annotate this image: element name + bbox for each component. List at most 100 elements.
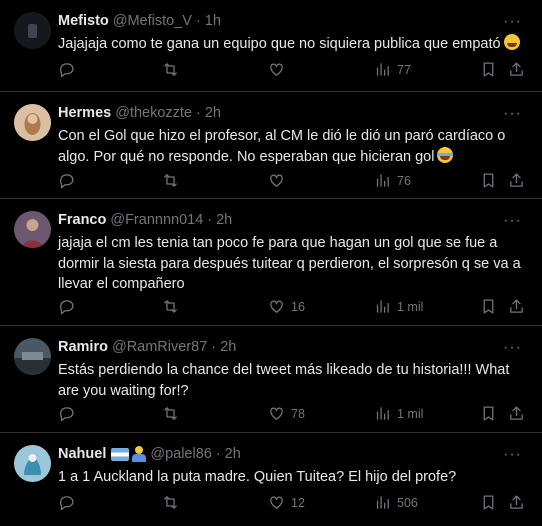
heart-icon bbox=[270, 407, 283, 420]
user-handle[interactable]: @Frannnn014 bbox=[110, 212, 203, 228]
user-handle[interactable]: @thekozzte bbox=[115, 105, 192, 121]
tweet-text: Con el Gol que hizo el profesor, al CM l… bbox=[58, 126, 526, 167]
timestamp[interactable]: 1h bbox=[205, 13, 221, 29]
like-button[interactable]: 16 bbox=[268, 298, 305, 315]
tweet[interactable]: Nahuel @palel86 · 2h ··· 1 a 1 Auckland … bbox=[0, 433, 542, 526]
display-name[interactable]: Ramiro bbox=[58, 339, 108, 355]
bookmark-icon bbox=[483, 406, 494, 421]
share-button[interactable] bbox=[508, 61, 525, 78]
argentina-flag-emoji bbox=[111, 447, 130, 461]
likes-count: 78 bbox=[291, 406, 305, 421]
timestamp[interactable]: 2h bbox=[220, 339, 236, 355]
share-button[interactable] bbox=[508, 298, 525, 315]
share-button[interactable] bbox=[508, 494, 525, 511]
repost-icon bbox=[164, 407, 177, 420]
avatar[interactable] bbox=[14, 211, 51, 248]
repost-icon bbox=[164, 300, 177, 313]
reply-button[interactable] bbox=[58, 172, 75, 189]
repost-button[interactable] bbox=[162, 172, 179, 189]
share-icon bbox=[510, 299, 523, 313]
like-button[interactable] bbox=[268, 172, 285, 189]
avatar[interactable] bbox=[14, 445, 51, 482]
repost-button[interactable] bbox=[162, 494, 179, 511]
like-button[interactable] bbox=[268, 61, 285, 78]
repost-button[interactable] bbox=[162, 405, 179, 422]
heart-icon bbox=[270, 174, 283, 187]
separator-dot: · bbox=[196, 105, 201, 121]
user-handle[interactable]: @Mefisto_V bbox=[113, 13, 192, 29]
tweet-actions: 12 506 bbox=[58, 494, 528, 514]
share-button[interactable] bbox=[508, 172, 525, 189]
like-button[interactable]: 12 bbox=[268, 494, 305, 511]
views-count: 1 mil bbox=[397, 406, 424, 421]
views-button[interactable]: 506 bbox=[374, 494, 418, 511]
tweet[interactable]: Mefisto @Mefisto_V · 1h ··· Jajajaja com… bbox=[0, 0, 542, 92]
views-count: 1 mil bbox=[397, 299, 424, 314]
tweet[interactable]: Hermes @thekozzte · 2h ··· Con el Gol qu… bbox=[0, 92, 542, 199]
views-button[interactable]: 1 mil bbox=[374, 405, 423, 422]
reply-button[interactable] bbox=[58, 494, 75, 511]
views-icon bbox=[376, 63, 389, 76]
views-button[interactable]: 76 bbox=[374, 172, 411, 189]
tweet-text: Estás perdiendo la chance del tweet más … bbox=[58, 362, 510, 399]
repost-icon bbox=[164, 174, 177, 187]
like-button[interactable]: 78 bbox=[268, 405, 305, 422]
views-icon bbox=[376, 407, 389, 420]
avatar[interactable] bbox=[14, 12, 51, 49]
reply-button[interactable] bbox=[58, 61, 75, 78]
share-icon bbox=[510, 406, 523, 420]
timestamp[interactable]: 2h bbox=[225, 446, 241, 462]
views-button[interactable]: 1 mil bbox=[374, 298, 423, 315]
reply-icon bbox=[60, 496, 74, 511]
tweet-actions: 77 bbox=[58, 61, 528, 81]
tweet-text: 1 a 1 Auckland la puta madre. Quien Tuit… bbox=[58, 469, 457, 485]
heart-icon bbox=[270, 496, 283, 509]
likes-count: 16 bbox=[291, 299, 305, 314]
display-name[interactable]: Hermes bbox=[58, 105, 111, 121]
separator-dot: · bbox=[195, 13, 201, 29]
share-button[interactable] bbox=[508, 405, 525, 422]
avatar[interactable] bbox=[14, 338, 51, 375]
tweet-actions: 16 1 mil bbox=[58, 298, 528, 318]
views-icon bbox=[376, 300, 389, 313]
timestamp[interactable]: 2h bbox=[205, 105, 221, 121]
rolling-laughing-emoji bbox=[503, 34, 520, 50]
views-count: 506 bbox=[397, 495, 418, 510]
bookmark-button[interactable] bbox=[480, 298, 497, 315]
views-icon bbox=[376, 496, 389, 509]
person-emoji bbox=[132, 446, 147, 462]
views-icon bbox=[376, 174, 389, 187]
timestamp[interactable]: 2h bbox=[216, 212, 232, 228]
bookmark-button[interactable] bbox=[480, 61, 497, 78]
bookmark-button[interactable] bbox=[480, 494, 497, 511]
tweet[interactable]: Franco @Frannnn014 · 2h ··· jajaja el cm… bbox=[0, 199, 542, 326]
more-options-button[interactable]: ··· bbox=[503, 339, 522, 357]
reply-icon bbox=[60, 407, 74, 422]
bookmark-icon bbox=[483, 299, 494, 314]
display-name[interactable]: Franco bbox=[58, 212, 106, 228]
bookmark-button[interactable] bbox=[480, 405, 497, 422]
views-count: 76 bbox=[397, 173, 411, 188]
display-name[interactable]: Mefisto bbox=[58, 13, 109, 29]
bookmark-button[interactable] bbox=[480, 172, 497, 189]
separator-dot: · bbox=[211, 339, 217, 355]
tweet[interactable]: Ramiro @RamRiver87 · 2h ··· Estás perdie… bbox=[0, 326, 542, 433]
user-handle[interactable]: @RamRiver87 bbox=[112, 339, 207, 355]
share-icon bbox=[510, 495, 523, 509]
avatar[interactable] bbox=[14, 104, 51, 141]
more-options-button[interactable]: ··· bbox=[503, 13, 522, 31]
more-options-button[interactable]: ··· bbox=[503, 105, 522, 123]
user-handle[interactable]: @palel86 bbox=[150, 446, 211, 462]
more-options-button[interactable]: ··· bbox=[503, 446, 522, 464]
reply-button[interactable] bbox=[58, 298, 75, 315]
repost-icon bbox=[164, 496, 177, 509]
tweet-text: Jajajaja como te gana un equipo que no s… bbox=[58, 34, 526, 55]
views-button[interactable]: 77 bbox=[374, 61, 411, 78]
tweet-text: jajaja el cm les tenia tan poco fe para … bbox=[58, 235, 521, 292]
tweet-actions: 76 bbox=[58, 172, 528, 192]
repost-button[interactable] bbox=[162, 298, 179, 315]
more-options-button[interactable]: ··· bbox=[503, 212, 522, 230]
repost-button[interactable] bbox=[162, 61, 179, 78]
reply-button[interactable] bbox=[58, 405, 75, 422]
display-name[interactable]: Nahuel bbox=[58, 446, 106, 462]
